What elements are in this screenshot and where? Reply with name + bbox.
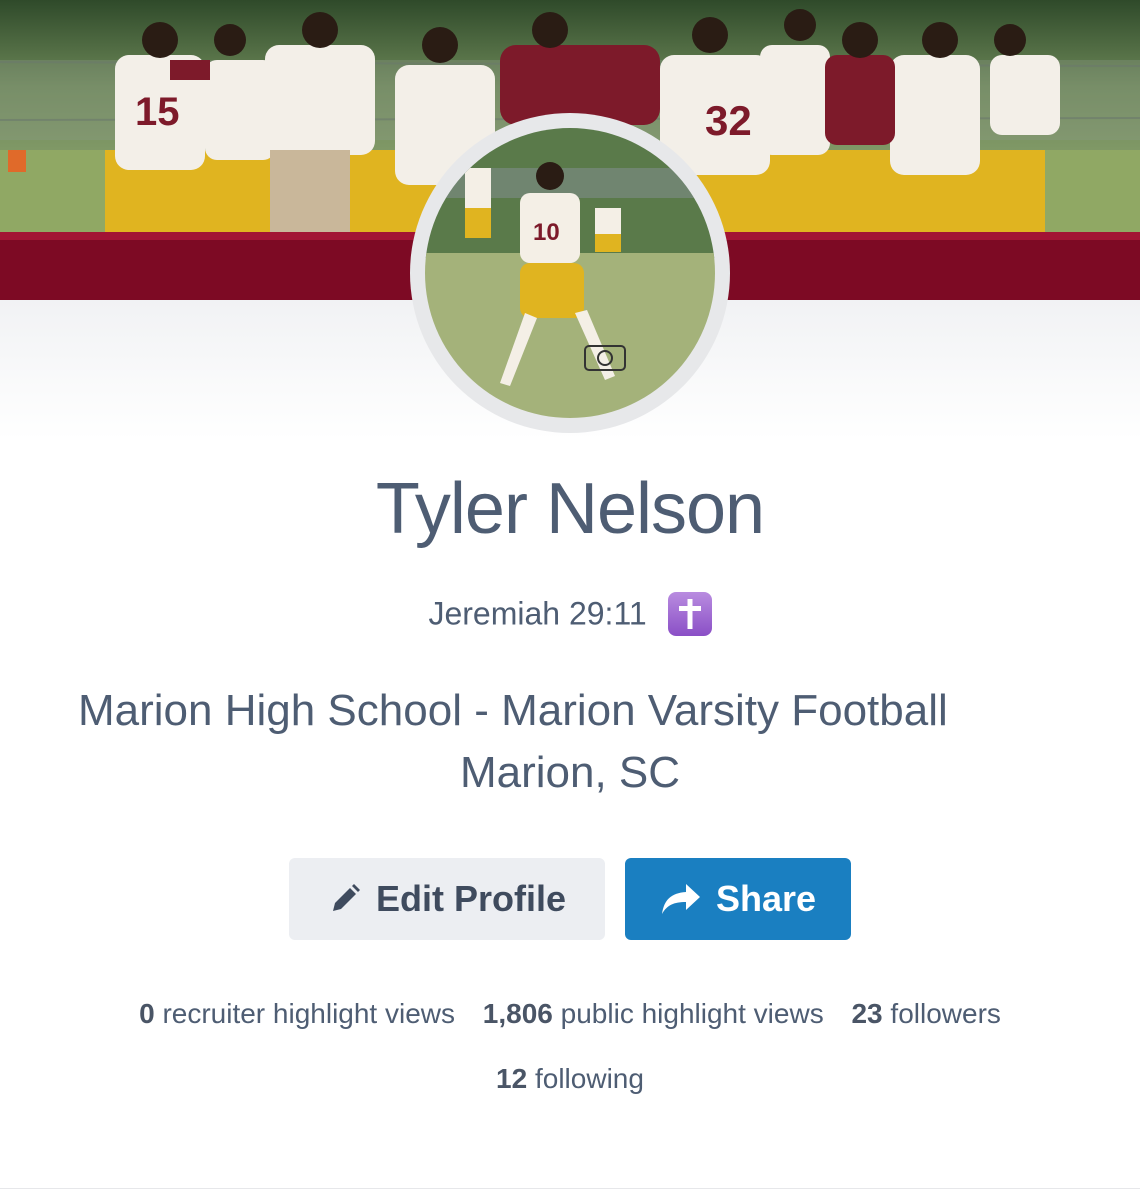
edit-profile-button[interactable]: Edit Profile: [289, 858, 605, 940]
divider: [0, 1188, 1140, 1189]
profile-name: Tyler Nelson: [375, 469, 765, 549]
stat-value: 1,806: [482, 998, 553, 1029]
stat-label: public highlight views: [560, 998, 824, 1029]
bio-text: Jeremiah 29:11: [428, 595, 647, 632]
edit-profile-label: Edit Profile: [375, 878, 567, 919]
stat-following[interactable]: 12 following: [496, 1063, 644, 1095]
share-label: Share: [715, 878, 817, 919]
profile-location: Marion, SC: [459, 748, 681, 797]
svg-text:10: 10: [533, 219, 560, 246]
stat-value: 0: [139, 998, 155, 1029]
share-arrow-icon: [660, 882, 702, 916]
profile-school: Marion High School - Marion Varsity Foot…: [78, 686, 948, 735]
stat-public-views[interactable]: 1,806 public highlight views: [483, 998, 824, 1030]
share-button[interactable]: Share: [625, 858, 851, 940]
stat-value: 23: [851, 998, 883, 1029]
stat-label: recruiter highlight views: [162, 998, 456, 1029]
stats-row: 0 recruiter highlight views 1,806 public…: [0, 998, 1140, 1030]
stat-label: followers: [890, 998, 1001, 1029]
stats-row-2: 12 following: [0, 1063, 1140, 1095]
avatar-photo: 10: [425, 128, 715, 418]
stat-followers[interactable]: 23 followers: [851, 998, 1000, 1030]
stat-recruiter-views[interactable]: 0 recruiter highlight views: [139, 998, 455, 1030]
pencil-icon: [328, 882, 362, 916]
svg-text:15: 15: [135, 90, 180, 134]
profile-bio: Jeremiah 29:11: [0, 592, 1140, 636]
svg-text:32: 32: [705, 97, 752, 144]
stat-value: 12: [496, 1063, 528, 1094]
stat-label: following: [534, 1063, 644, 1094]
profile-page: 15 32 10 Tyler Nelson Jeremiah 29:11 Mar…: [0, 0, 1140, 1200]
avatar[interactable]: 10: [410, 113, 730, 433]
latin-cross-icon: [667, 592, 712, 636]
